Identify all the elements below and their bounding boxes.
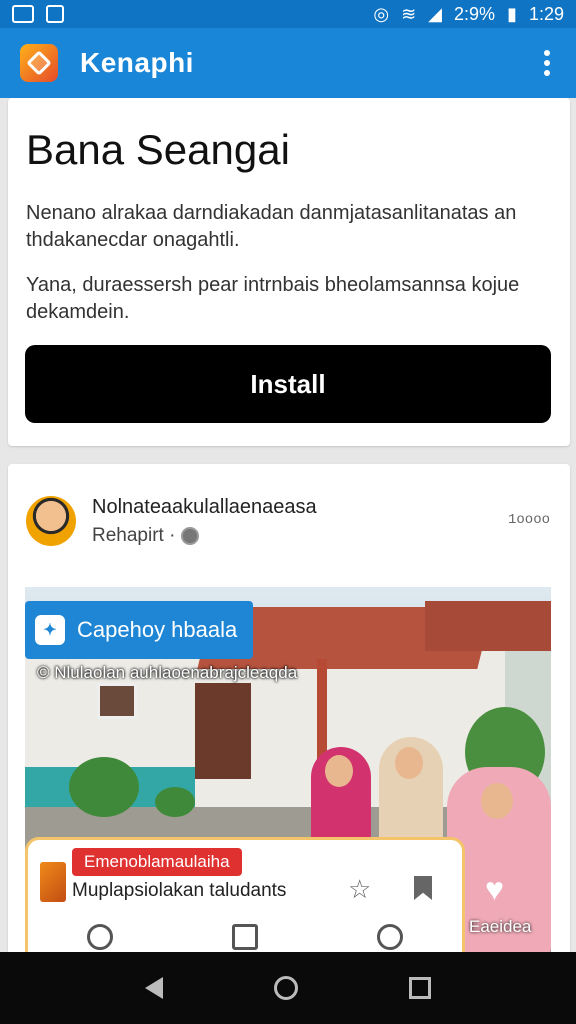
post-author-name[interactable]: Nolnateaakulallaenaeasa xyxy=(92,496,317,519)
photo-caption: © Nlulaolan auhlaoenabrajcleaqda xyxy=(37,663,298,682)
post-card: Nolnateaakulallaenaeasa Rehapirt · 1oooo… xyxy=(8,464,570,964)
settings-icon[interactable] xyxy=(376,924,403,950)
home-button-icon[interactable] xyxy=(273,976,298,1000)
alarm-icon: ◎ xyxy=(373,3,390,24)
photo-badge[interactable]: ✦ Capehoy hbaala xyxy=(25,601,254,659)
photo-bottom-label: Eaeidea xyxy=(469,917,532,936)
post-timestamp: 1oooo xyxy=(507,512,550,528)
heart-icon[interactable]: ♥ xyxy=(485,871,504,908)
back-icon[interactable] xyxy=(145,977,164,999)
embedded-title: Muplapsiolakan taludants xyxy=(72,880,287,901)
home-icon[interactable] xyxy=(231,924,258,950)
notification-icon xyxy=(12,5,34,23)
bookmark-icon[interactable] xyxy=(414,876,432,900)
clock: 1:29 xyxy=(528,3,564,24)
wifi-icon: ≋ xyxy=(401,3,417,24)
recent-apps-icon[interactable] xyxy=(408,977,431,999)
embedded-card[interactable]: Emenoblamaulaiha Muplapsiolakan taludant… xyxy=(25,837,465,957)
embedded-actions xyxy=(28,924,462,950)
install-card-note: Yana, duraessersh pear intrnbais bheolam… xyxy=(26,274,520,323)
embedded-logo-icon xyxy=(40,862,66,902)
battery-percent: 2:9% xyxy=(454,3,496,24)
post-header: Nolnateaakulallaenaeasa Rehapirt · 1oooo xyxy=(26,492,552,550)
signal-icon: ◢ xyxy=(428,3,443,24)
badge-icon: ✦ xyxy=(35,615,65,645)
post-photo[interactable]: ✦ Capehoy hbaala © Nlulaolan auhlaoenabr… xyxy=(25,587,551,957)
star-icon[interactable]: ☆ xyxy=(348,874,371,905)
overflow-menu-icon[interactable] xyxy=(538,44,556,82)
app-title: Kenaphi xyxy=(80,47,194,78)
install-button[interactable]: Install xyxy=(25,345,551,423)
app-notification-icon xyxy=(46,5,64,23)
battery-icon: ▮ xyxy=(507,3,517,24)
navigation-bar xyxy=(0,952,576,1024)
avatar[interactable] xyxy=(26,496,76,546)
install-card-title: Bana Seangai xyxy=(26,126,290,173)
embedded-tag: Emenoblamaulaiha xyxy=(72,848,242,876)
install-card: Bana Seangai Nenano alrakaa darndiakadan… xyxy=(8,98,570,446)
app-logo-icon xyxy=(20,44,58,82)
status-bar: ◎ ≋ ◢ 2:9% ▮ 1:29 xyxy=(0,0,576,28)
camera-icon[interactable] xyxy=(87,924,114,950)
post-subtitle: Rehapirt · xyxy=(92,525,317,547)
install-card-description: Nenano alrakaa darndiakadan danmjatasanl… xyxy=(26,202,517,251)
post-subtitle-text: Rehapirt · xyxy=(92,524,176,546)
app-bar: Kenaphi xyxy=(0,28,576,98)
photo-badge-label: Capehoy hbaala xyxy=(77,617,238,642)
globe-icon xyxy=(181,526,200,545)
